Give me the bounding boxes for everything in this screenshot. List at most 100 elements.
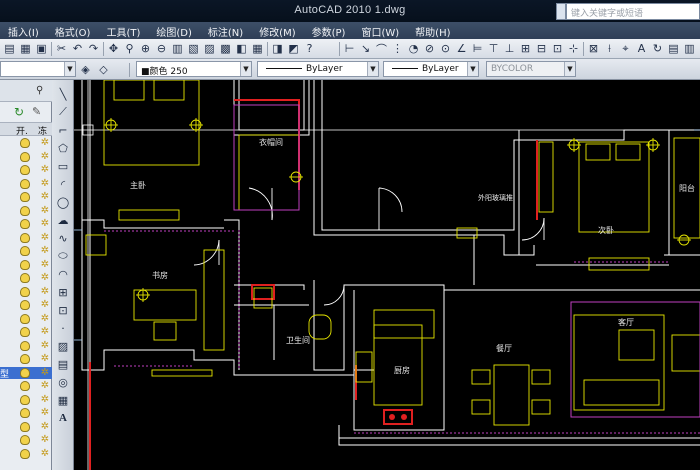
rectangle-icon[interactable]: ▭ bbox=[55, 158, 71, 174]
dim-baseline-icon[interactable]: ⊤ bbox=[486, 41, 501, 56]
inspect-icon[interactable]: ⊠ bbox=[586, 41, 601, 56]
layer-on-bulb-icon[interactable] bbox=[20, 165, 30, 175]
layer-on-bulb-icon[interactable] bbox=[20, 259, 30, 270]
column-on[interactable]: 开. bbox=[16, 124, 28, 137]
layer-on-bulb-icon[interactable] bbox=[20, 421, 30, 432]
ellipse-arc-icon[interactable]: ◠ bbox=[55, 266, 71, 282]
layer-on-bulb-icon[interactable] bbox=[20, 354, 30, 364]
zoom-previous-icon[interactable]: ⊖ bbox=[154, 41, 169, 56]
layer-freeze-sun-icon[interactable]: ✲ bbox=[40, 259, 50, 270]
polyline-icon[interactable]: ⌐ bbox=[55, 122, 71, 138]
dim-space-icon[interactable]: ⊞ bbox=[518, 41, 533, 56]
layer-freeze-sun-icon[interactable]: ✲ bbox=[40, 138, 50, 148]
spline-icon[interactable]: ∿ bbox=[55, 230, 71, 246]
help-icon[interactable]: ? bbox=[302, 41, 317, 56]
layer-on-bulb-icon[interactable] bbox=[20, 286, 30, 297]
point-icon[interactable]: · bbox=[55, 320, 71, 336]
layer-freeze-sun-icon[interactable]: ✲ bbox=[40, 381, 50, 391]
layer-freeze-sun-icon[interactable]: ✲ bbox=[40, 192, 50, 202]
dim-break-icon[interactable]: ⊟ bbox=[534, 41, 549, 56]
layer-icon[interactable]: ◨ bbox=[270, 41, 285, 56]
layer-on-bulb-icon[interactable] bbox=[20, 367, 30, 378]
column-freeze[interactable]: 冻 bbox=[38, 124, 47, 137]
pan-icon[interactable]: ✥ bbox=[106, 41, 121, 56]
dim-aligned-icon[interactable]: ↘ bbox=[358, 41, 373, 56]
region-icon[interactable]: ◎ bbox=[55, 374, 71, 390]
dim-style-icon[interactable]: ▤ bbox=[666, 41, 681, 56]
menu-tools[interactable]: 工具(T) bbox=[98, 22, 148, 39]
layer-freeze-sun-icon[interactable]: ✲ bbox=[40, 286, 50, 297]
insert-block-icon[interactable]: ⊞ bbox=[55, 284, 71, 300]
redo-icon[interactable]: ↷ bbox=[86, 41, 101, 56]
layer-freeze-sun-icon[interactable]: ✲ bbox=[40, 246, 50, 256]
layer-previous-icon[interactable]: ◇ bbox=[96, 62, 111, 77]
layer-on-bulb-icon[interactable] bbox=[20, 435, 30, 445]
construction-line-icon[interactable]: ⟋ bbox=[55, 104, 71, 120]
dim-override-icon[interactable]: ▥ bbox=[682, 41, 697, 56]
layer-on-bulb-icon[interactable] bbox=[20, 340, 30, 351]
layer-on-bulb-icon[interactable] bbox=[20, 408, 30, 418]
zoom-realtime-icon[interactable]: ⚲ bbox=[122, 41, 137, 56]
layer-on-bulb-icon[interactable] bbox=[20, 448, 30, 459]
search-icon[interactable]: ⚲ bbox=[36, 85, 43, 96]
layer-on-bulb-icon[interactable] bbox=[20, 273, 30, 283]
sheet-set-icon[interactable]: ▩ bbox=[218, 41, 233, 56]
quick-dim-icon[interactable]: ⊨ bbox=[470, 41, 485, 56]
menu-format[interactable]: 格式(O) bbox=[47, 22, 99, 39]
layer-on-bulb-icon[interactable] bbox=[20, 232, 30, 243]
color-dropdown[interactable]: ■颜色 250 ▼ bbox=[136, 61, 252, 77]
calculator-icon[interactable]: ▦ bbox=[250, 41, 265, 56]
lineweight-dropdown[interactable]: ByLayer ▼ bbox=[383, 61, 479, 77]
layer-on-bulb-icon[interactable] bbox=[20, 300, 30, 310]
menu-modify[interactable]: 修改(M) bbox=[251, 22, 303, 39]
help-search-input[interactable]: 键入关键字或短语 bbox=[566, 3, 700, 20]
layer-freeze-sun-icon[interactable]: ✲ bbox=[40, 205, 50, 216]
dim-linear-icon[interactable]: ⊢ bbox=[342, 41, 357, 56]
dim-update-icon[interactable]: ↻ bbox=[650, 41, 665, 56]
line-icon[interactable]: ╲ bbox=[55, 86, 71, 102]
plotstyle-dropdown[interactable]: BYCOLOR ▼ bbox=[486, 61, 576, 77]
dim-angular-icon[interactable]: ∠ bbox=[454, 41, 469, 56]
layer-on-bulb-icon[interactable] bbox=[20, 205, 30, 216]
circle-icon[interactable]: ◯ bbox=[55, 194, 71, 210]
dim-arc-icon[interactable]: ⌒ bbox=[374, 41, 389, 56]
save-icon[interactable]: ▦ bbox=[18, 41, 33, 56]
dim-text-edit-icon[interactable]: A bbox=[634, 41, 649, 56]
polygon-icon[interactable]: ⬠ bbox=[55, 140, 71, 156]
layer-on-bulb-icon[interactable] bbox=[20, 246, 30, 256]
layer-on-bulb-icon[interactable] bbox=[20, 219, 30, 229]
layer-on-bulb-icon[interactable] bbox=[20, 381, 30, 391]
make-current-layer-icon[interactable]: ◈ bbox=[78, 62, 93, 77]
menu-dimension[interactable]: 标注(N) bbox=[200, 22, 251, 39]
cut-icon[interactable]: ✂ bbox=[54, 41, 69, 56]
drawing-canvas[interactable]: 主卧 衣帽间 书房 卫生间 厨房 餐厅 客厅 次卧 阳台 外阳玻璃推 bbox=[74, 80, 700, 470]
zoom-window-icon[interactable]: ⊕ bbox=[138, 41, 153, 56]
layer-freeze-sun-icon[interactable]: ✲ bbox=[40, 313, 50, 324]
menu-window[interactable]: 窗口(W) bbox=[353, 22, 407, 39]
ellipse-icon[interactable]: ⬭ bbox=[55, 248, 71, 264]
hatch-icon[interactable]: ▨ bbox=[55, 338, 71, 354]
layer-on-bulb-icon[interactable] bbox=[20, 151, 30, 162]
center-mark-icon[interactable]: ⊹ bbox=[566, 41, 581, 56]
layer-freeze-sun-icon[interactable]: ✲ bbox=[40, 300, 50, 310]
layer-freeze-sun-icon[interactable]: ✲ bbox=[40, 327, 50, 337]
tool-palettes-icon[interactable]: ▨ bbox=[202, 41, 217, 56]
layer-on-bulb-icon[interactable] bbox=[20, 178, 30, 189]
plot-icon[interactable]: ▣ bbox=[34, 41, 49, 56]
layer-freeze-sun-icon[interactable]: ✲ bbox=[40, 151, 50, 162]
layer-freeze-sun-icon[interactable]: ✲ bbox=[40, 232, 50, 243]
dim-diameter-icon[interactable]: ⊙ bbox=[438, 41, 453, 56]
dim-edit-icon[interactable]: ⌖ bbox=[618, 41, 633, 56]
layer-freeze-sun-icon[interactable]: ✲ bbox=[40, 165, 50, 175]
linetype-dropdown[interactable]: ByLayer ▼ bbox=[257, 61, 379, 77]
dim-jogged-icon[interactable]: ⊘ bbox=[422, 41, 437, 56]
make-block-icon[interactable]: ⊡ bbox=[55, 302, 71, 318]
undo-icon[interactable]: ↶ bbox=[70, 41, 85, 56]
layer-freeze-sun-icon[interactable]: ✲ bbox=[40, 354, 50, 364]
layer-freeze-sun-icon[interactable]: ✲ bbox=[40, 340, 50, 351]
design-center-icon[interactable]: ▧ bbox=[186, 41, 201, 56]
layer-freeze-sun-icon[interactable]: ✲ bbox=[40, 178, 50, 189]
layer-freeze-sun-icon[interactable]: ✲ bbox=[40, 219, 50, 229]
menu-insert[interactable]: 插入(I) bbox=[0, 22, 47, 39]
layer-on-bulb-icon[interactable] bbox=[20, 394, 30, 405]
